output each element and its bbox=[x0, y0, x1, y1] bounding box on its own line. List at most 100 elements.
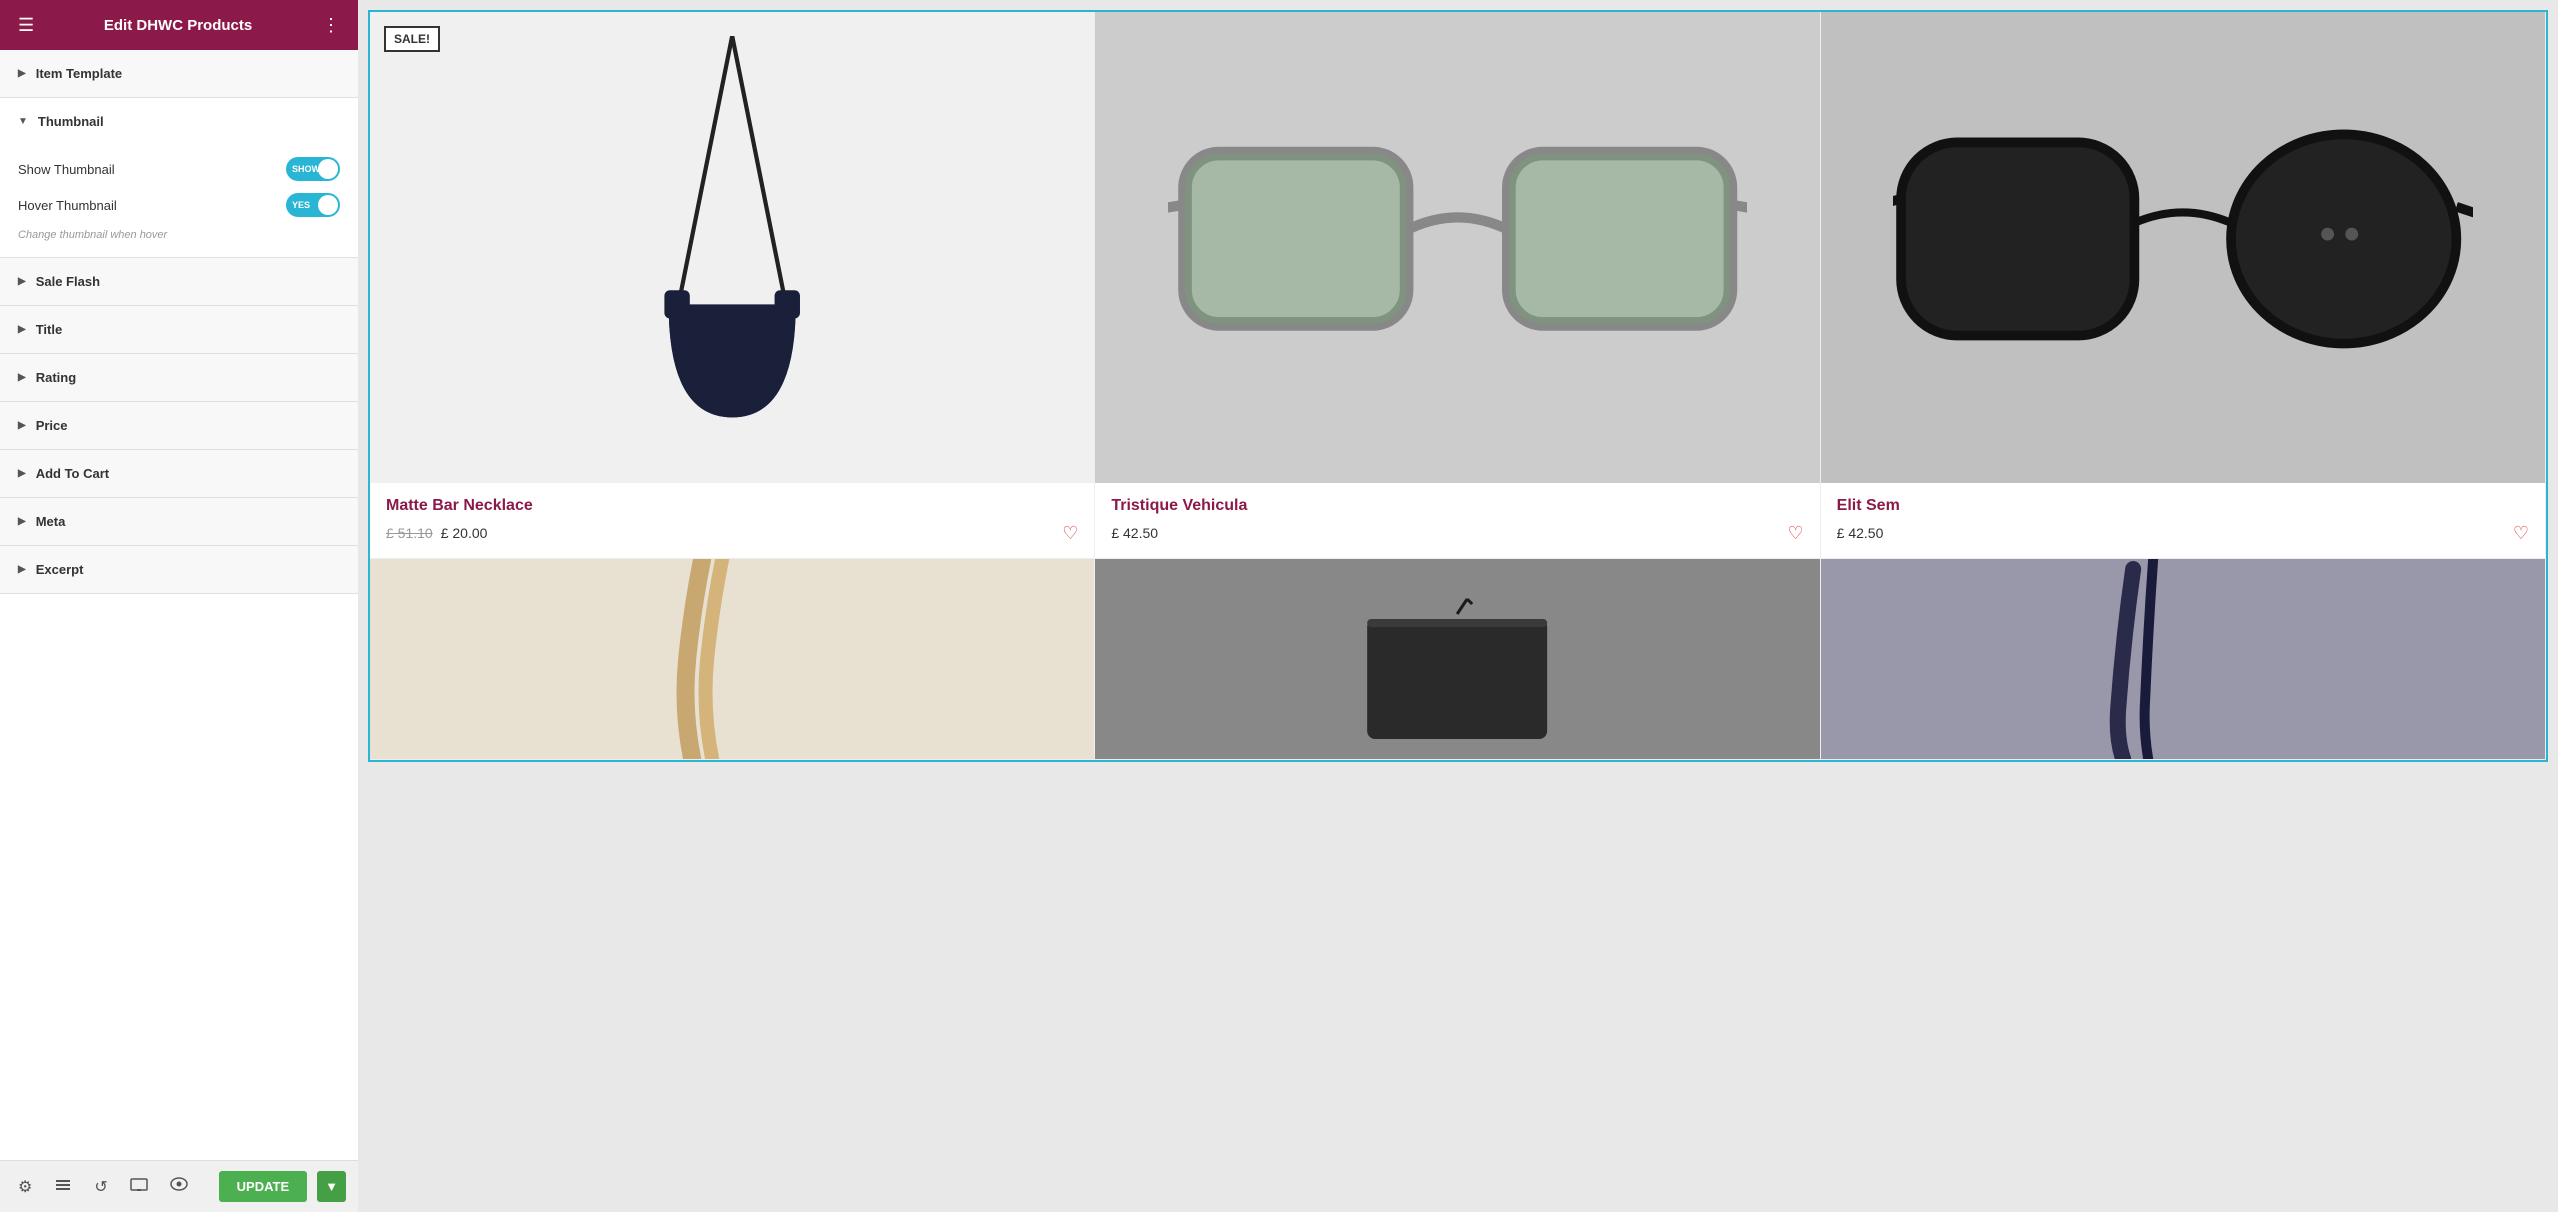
excerpt-arrow: ▶ bbox=[18, 564, 26, 575]
item-template-header[interactable]: ▶ Item Template bbox=[0, 50, 358, 97]
rating-arrow: ▶ bbox=[18, 372, 26, 383]
title-arrow: ▶ bbox=[18, 324, 26, 335]
product-card-5 bbox=[1095, 559, 1820, 760]
show-thumbnail-state: SHOW bbox=[292, 164, 320, 174]
settings-icon[interactable]: ⚙ bbox=[12, 1171, 38, 1203]
bag-strap-svg bbox=[370, 559, 1094, 759]
hover-thumbnail-hint: Change thumbnail when hover bbox=[18, 229, 340, 241]
sidebar-body: ▶ Item Template ▼ Thumbnail Show Thumbna… bbox=[0, 50, 358, 1160]
meta-header[interactable]: ▶ Meta bbox=[0, 498, 358, 545]
price-section-1: £ 51.10 £ 20.00 bbox=[386, 525, 487, 541]
necklace-svg bbox=[533, 36, 931, 460]
show-thumbnail-label: Show Thumbnail bbox=[18, 162, 115, 177]
price-new-2: £ 42.50 bbox=[1111, 525, 1158, 541]
item-template-section: ▶ Item Template bbox=[0, 50, 358, 98]
price-section-2: £ 42.50 bbox=[1111, 525, 1158, 541]
sidebar: ☰ Edit DHWC Products ⋮ ▶ Item Template ▼… bbox=[0, 0, 358, 1212]
hover-thumbnail-row: Hover Thumbnail YES bbox=[18, 193, 340, 217]
hamburger-icon[interactable]: ☰ bbox=[18, 15, 34, 36]
history-icon[interactable]: ↺ bbox=[88, 1171, 113, 1203]
excerpt-header[interactable]: ▶ Excerpt bbox=[0, 546, 358, 593]
product-image-placeholder-2 bbox=[1095, 12, 1819, 483]
layers-icon[interactable] bbox=[48, 1169, 78, 1204]
sale-flash-arrow: ▶ bbox=[18, 276, 26, 287]
product-image-2 bbox=[1095, 12, 1819, 483]
header-title: Edit DHWC Products bbox=[104, 17, 252, 34]
item-template-label: Item Template bbox=[36, 66, 122, 81]
price-new-3: £ 42.50 bbox=[1837, 525, 1884, 541]
product-image-4 bbox=[370, 559, 1094, 759]
sunglasses-dark-svg bbox=[1893, 94, 2472, 400]
title-section: ▶ Title bbox=[0, 306, 358, 354]
product-card-4 bbox=[370, 559, 1095, 760]
title-header[interactable]: ▶ Title bbox=[0, 306, 358, 353]
rating-header[interactable]: ▶ Rating bbox=[0, 354, 358, 401]
wishlist-icon-1[interactable]: ♡ bbox=[1062, 523, 1078, 544]
price-arrow: ▶ bbox=[18, 420, 26, 431]
thumbnail-arrow: ▼ bbox=[18, 116, 28, 127]
product-title-1: Matte Bar Necklace bbox=[386, 497, 1078, 515]
meta-section: ▶ Meta bbox=[0, 498, 358, 546]
sale-flash-header[interactable]: ▶ Sale Flash bbox=[0, 258, 358, 305]
product-title-2: Tristique Vehicula bbox=[1111, 497, 1803, 515]
add-to-cart-arrow: ▶ bbox=[18, 468, 26, 479]
eye-icon[interactable] bbox=[164, 1171, 194, 1202]
add-to-cart-section: ▶ Add To Cart bbox=[0, 450, 358, 498]
product-image-1: SALE! bbox=[370, 12, 1094, 483]
add-to-cart-header[interactable]: ▶ Add To Cart bbox=[0, 450, 358, 497]
product-info-1: Matte Bar Necklace £ 51.10 £ 20.00 ♡ bbox=[370, 483, 1094, 558]
price-section-3: £ 42.50 bbox=[1837, 525, 1884, 541]
show-thumbnail-knob bbox=[318, 159, 338, 179]
show-thumbnail-toggle[interactable]: SHOW bbox=[286, 157, 340, 181]
sunglasses-clear-svg bbox=[1168, 106, 1747, 388]
product-image-placeholder-1 bbox=[370, 12, 1094, 483]
sidebar-footer: ⚙ ↺ UPDATE ▼ bbox=[0, 1160, 358, 1212]
meta-arrow: ▶ bbox=[18, 516, 26, 527]
thumbnail-content: Show Thumbnail SHOW Hover Thumbnail YES … bbox=[0, 145, 358, 257]
update-button[interactable]: UPDATE bbox=[219, 1171, 307, 1202]
product-title-3: Elit Sem bbox=[1837, 497, 2529, 515]
rating-label: Rating bbox=[36, 370, 76, 385]
price-label: Price bbox=[36, 418, 68, 433]
wishlist-icon-2[interactable]: ♡ bbox=[1788, 523, 1804, 544]
hover-thumbnail-state: YES bbox=[292, 200, 310, 210]
product-image-6 bbox=[1821, 559, 2545, 759]
sale-flash-label: Sale Flash bbox=[36, 274, 100, 289]
hover-thumbnail-label: Hover Thumbnail bbox=[18, 198, 117, 213]
products-grid: SALE! Matte Bar Necklace £ 51.10 £ 20.00… bbox=[368, 10, 2548, 762]
excerpt-label: Excerpt bbox=[36, 562, 84, 577]
meta-label: Meta bbox=[36, 514, 66, 529]
product-card-6 bbox=[1821, 559, 2546, 760]
update-dropdown-button[interactable]: ▼ bbox=[317, 1171, 346, 1202]
product-info-2: Tristique Vehicula £ 42.50 ♡ bbox=[1095, 483, 1819, 558]
grid-icon[interactable]: ⋮ bbox=[322, 15, 340, 36]
product-price-row-1: £ 51.10 £ 20.00 ♡ bbox=[386, 523, 1078, 544]
item-template-arrow: ▶ bbox=[18, 68, 26, 79]
thumbnail-header[interactable]: ▼ Thumbnail bbox=[0, 98, 358, 145]
add-to-cart-label: Add To Cart bbox=[36, 466, 109, 481]
navy-bag-svg bbox=[1821, 559, 2545, 759]
price-new-1: £ 20.00 bbox=[441, 525, 488, 541]
product-image-5 bbox=[1095, 559, 1819, 759]
wishlist-icon-3[interactable]: ♡ bbox=[2513, 523, 2529, 544]
rating-section: ▶ Rating bbox=[0, 354, 358, 402]
price-header[interactable]: ▶ Price bbox=[0, 402, 358, 449]
sale-flash-section: ▶ Sale Flash bbox=[0, 258, 358, 306]
excerpt-section: ▶ Excerpt bbox=[0, 546, 358, 594]
responsive-icon[interactable] bbox=[124, 1169, 154, 1204]
sale-badge-1: SALE! bbox=[384, 26, 440, 52]
title-label: Title bbox=[36, 322, 63, 337]
price-section: ▶ Price bbox=[0, 402, 358, 450]
product-card-3: Elit Sem £ 42.50 ♡ bbox=[1821, 12, 2546, 559]
pouch-svg bbox=[1095, 559, 1819, 759]
product-price-row-2: £ 42.50 ♡ bbox=[1111, 523, 1803, 544]
price-old-1: £ 51.10 bbox=[386, 525, 433, 541]
product-card-1: SALE! Matte Bar Necklace £ 51.10 £ 20.00… bbox=[370, 12, 1095, 559]
hover-thumbnail-toggle[interactable]: YES bbox=[286, 193, 340, 217]
thumbnail-section: ▼ Thumbnail Show Thumbnail SHOW Hover Th… bbox=[0, 98, 358, 258]
hover-thumbnail-knob bbox=[318, 195, 338, 215]
sidebar-header: ☰ Edit DHWC Products ⋮ bbox=[0, 0, 358, 50]
product-card-2: Tristique Vehicula £ 42.50 ♡ bbox=[1095, 12, 1820, 559]
main-content: SALE! Matte Bar Necklace £ 51.10 £ 20.00… bbox=[358, 0, 2558, 1212]
product-price-row-3: £ 42.50 ♡ bbox=[1837, 523, 2529, 544]
